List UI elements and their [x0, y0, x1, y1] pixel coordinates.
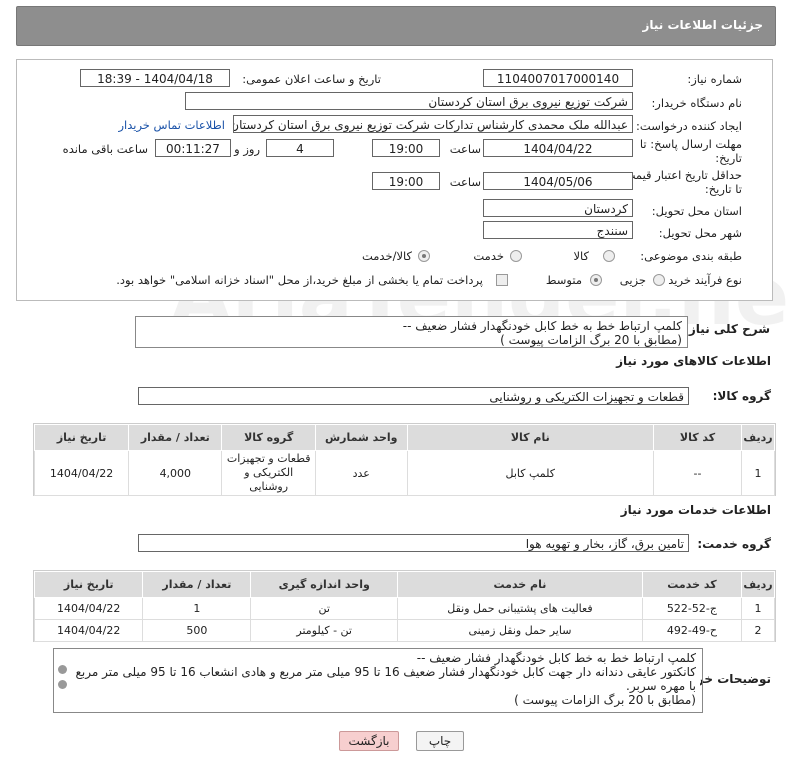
services-col-qty: تعداد / مقدار: [142, 571, 252, 598]
service-cell-code: ح-49-492: [641, 619, 743, 642]
city-field[interactable]: سنندج: [483, 221, 633, 239]
goods-cell-unit: عدد: [314, 450, 408, 496]
scroll-down-icon[interactable]: [58, 680, 67, 689]
process-radio-medium[interactable]: [590, 274, 602, 286]
treasury-payment-note: پرداخت تمام یا بخشی از مبلغ خرید،از محل …: [116, 273, 483, 287]
price-validity-time-field[interactable]: 19:00: [372, 172, 440, 190]
creator-label: ایجاد کننده درخواست:: [636, 119, 742, 133]
service-cell-qty: 1: [142, 597, 252, 620]
scroll-up-icon[interactable]: [58, 665, 67, 674]
buyer-org-label: نام دستگاه خریدار:: [651, 96, 742, 110]
services-table: ردیف کد خدمت نام خدمت واحد اندازه گیری ت…: [33, 571, 775, 642]
need-number-label: شماره نیاز:: [687, 72, 742, 86]
service-cell-name: سایر حمل ونقل زمینی: [397, 619, 643, 642]
deadline-time-label: ساعت: [449, 142, 481, 156]
goods-cell-row: 1: [741, 450, 775, 496]
service-cell-row: 2: [741, 619, 775, 642]
goods-cell-code: --: [653, 450, 743, 496]
category-radio-goods-service[interactable]: [418, 250, 430, 262]
goods-table-container: ردیف کد کالا نام کالا واحد شمارش گروه کا…: [33, 423, 776, 496]
goods-col-unit: واحد شمارش: [314, 424, 408, 451]
category-radio-service[interactable]: [510, 250, 522, 262]
process-option-minor: جزیی: [619, 273, 646, 287]
province-label: استان محل تحویل:: [651, 204, 742, 218]
goods-cell-date: 1404/04/22: [33, 450, 130, 496]
goods-section-title: اطلاعات کالاهای مورد نیاز: [616, 354, 771, 368]
price-validity-label-date: تا تاریخ:: [704, 182, 742, 196]
service-cell-date: 1404/04/22: [33, 597, 144, 620]
need-summary-textarea[interactable]: کلمپ ارتباط خط به خط کابل خودنگهدار فشار…: [135, 316, 688, 348]
goods-cell-group: قطعات و تجهیزات الکتریکی و روشنایی: [221, 450, 316, 496]
creator-field[interactable]: عبدالله ملک محمدی کارشناس تدارکات شرکت ت…: [233, 115, 633, 133]
days-label: روز و: [234, 142, 260, 156]
service-cell-unit: تن: [250, 597, 398, 620]
category-radio-goods[interactable]: [603, 250, 615, 262]
need-number-field[interactable]: 1104007017000140: [483, 69, 633, 87]
page-header: جزئیات اطلاعات نیاز: [16, 6, 776, 46]
deadline-label: مهلت ارسال پاسخ: تا: [639, 137, 742, 151]
services-col-name: نام خدمت: [397, 571, 643, 598]
treasury-payment-checkbox[interactable]: [496, 274, 508, 286]
goods-col-name: نام کالا: [406, 424, 655, 451]
services-col-date: تاریخ نیاز: [33, 571, 144, 598]
service-cell-unit: تن - کیلومتر: [250, 619, 398, 642]
deadline-time-field[interactable]: 19:00: [372, 139, 440, 157]
services-col-unit: واحد اندازه گیری: [250, 571, 398, 598]
category-option-goods: کالا: [573, 249, 589, 263]
goods-cell-qty: 4,000: [128, 450, 223, 496]
price-validity-label: حداقل تاریخ اعتبار قیمت:: [620, 168, 742, 182]
goods-group-field[interactable]: قطعات و تجهیزات الکتریکی و روشنایی: [138, 387, 689, 405]
announce-date-field[interactable]: 1404/04/18 - 18:39: [80, 69, 230, 87]
category-option-service: خدمت: [473, 249, 504, 263]
buyer-contact-link[interactable]: اطلاعات تماس خریدار: [118, 118, 225, 132]
category-option-goods-service: کالا/خدمت: [361, 249, 412, 263]
price-validity-date-field[interactable]: 1404/05/06: [483, 172, 633, 190]
print-button[interactable]: چاپ: [416, 731, 464, 751]
table-row: 1 ج-52-522 فعالیت های پشتیبانی حمل ونقل …: [33, 597, 775, 620]
service-cell-row: 1: [741, 597, 775, 620]
time-remaining-label: ساعت باقی مانده: [62, 142, 148, 156]
services-col-code: کد خدمت: [641, 571, 743, 598]
services-col-row: ردیف: [741, 571, 775, 598]
page-title: جزئیات اطلاعات نیاز: [642, 18, 763, 32]
service-cell-name: فعالیت های پشتیبانی حمل ونقل: [397, 597, 643, 620]
goods-col-code: کد کالا: [653, 424, 743, 451]
province-field[interactable]: کردستان: [483, 199, 633, 217]
buyer-org-field[interactable]: شرکت توزیع نیروی برق استان کردستان: [185, 92, 633, 110]
deadline-date-field[interactable]: 1404/04/22: [483, 139, 633, 157]
service-cell-code: ج-52-522: [641, 597, 743, 620]
service-cell-date: 1404/04/22: [33, 619, 144, 642]
process-type-label: نوع فرآیند خرید :: [660, 273, 742, 287]
process-option-medium: متوسط: [545, 273, 582, 287]
services-table-container: ردیف کد خدمت نام خدمت واحد اندازه گیری ت…: [33, 570, 776, 642]
buyer-notes-textarea[interactable]: کلمپ ارتباط خط به خط کابل خودنگهدار فشار…: [70, 649, 700, 710]
service-group-label: گروه خدمت:: [697, 537, 771, 551]
table-row: 1 -- کلمپ کابل عدد قطعات و تجهیزات الکتر…: [33, 450, 775, 496]
buyer-notes-box: کلمپ ارتباط خط به خط کابل خودنگهدار فشار…: [53, 648, 703, 713]
process-radio-minor[interactable]: [653, 274, 665, 286]
announce-date-label: تاریخ و ساعت اعلان عمومی:: [242, 72, 381, 86]
goods-group-label: گروه کالا:: [712, 389, 771, 403]
goods-col-date: تاریخ نیاز: [33, 424, 130, 451]
city-label: شهر محل تحویل:: [658, 226, 742, 240]
goods-cell-name: کلمپ کابل: [406, 450, 655, 496]
goods-col-qty: تعداد / مقدار: [128, 424, 223, 451]
time-remaining-field[interactable]: 00:11:27: [155, 139, 231, 157]
service-group-field[interactable]: تامین برق، گاز، بخار و تهویه هوا: [138, 534, 689, 552]
price-validity-time-label: ساعت: [449, 175, 481, 189]
days-remaining-field[interactable]: 4: [266, 139, 334, 157]
need-summary-label: شرح کلی نیاز:: [684, 322, 770, 336]
services-section-title: اطلاعات خدمات مورد نیاز: [620, 503, 771, 517]
goods-table: ردیف کد کالا نام کالا واحد شمارش گروه کا…: [33, 424, 775, 496]
category-label: طبقه بندی موضوعی:: [640, 249, 742, 263]
buyer-notes-scrollbar[interactable]: [57, 652, 67, 708]
service-cell-qty: 500: [142, 619, 252, 642]
table-row: 2 ح-49-492 سایر حمل ونقل زمینی تن - کیلو…: [33, 619, 775, 642]
back-button[interactable]: بازگشت: [339, 731, 399, 751]
goods-col-group: گروه کالا: [221, 424, 316, 451]
goods-col-row: ردیف: [741, 424, 775, 451]
deadline-label-date: تاریخ:: [715, 151, 742, 165]
